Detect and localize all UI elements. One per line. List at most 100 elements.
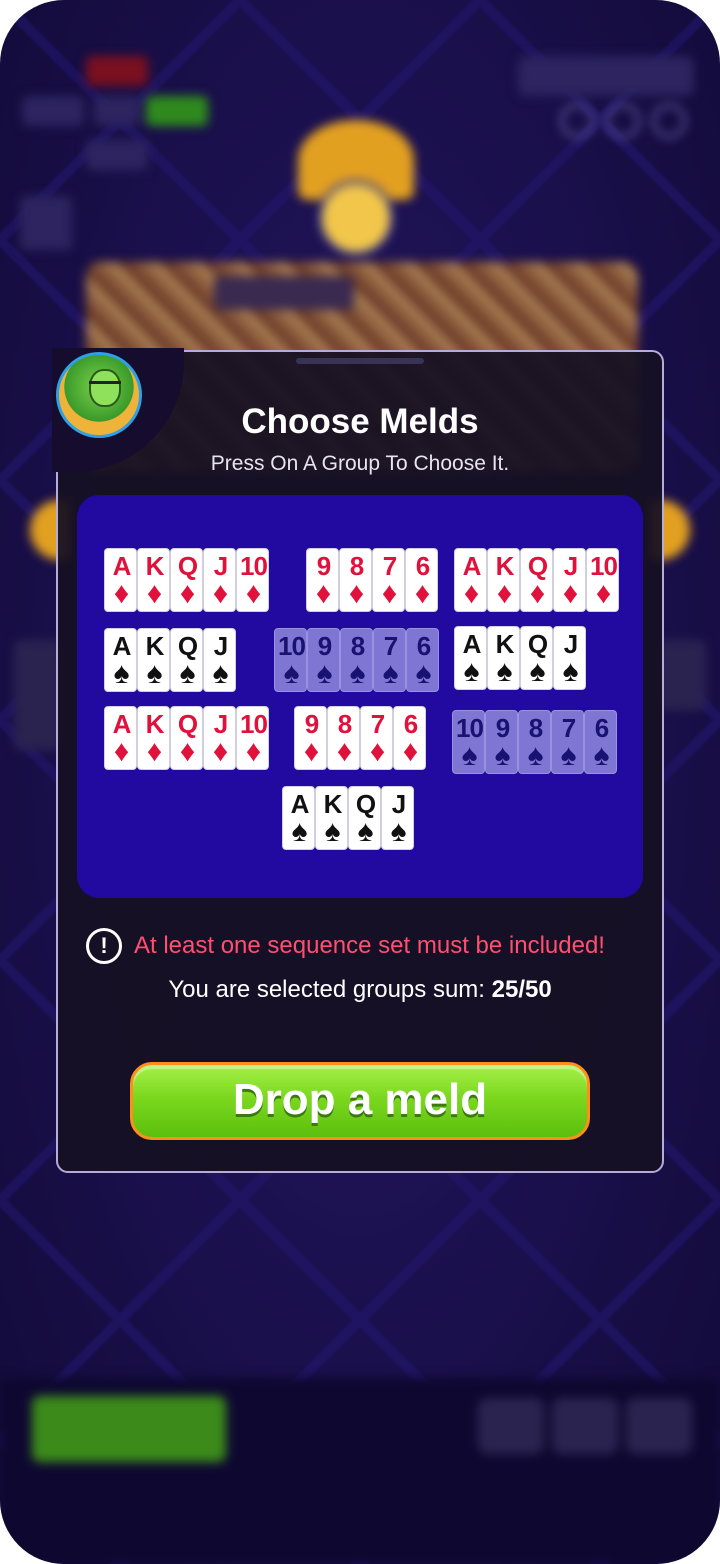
spade-suit-icon: ♠ [357, 815, 374, 848]
drop-meld-button[interactable]: Drop a meld [130, 1062, 590, 1140]
spade-suit-icon: ♠ [349, 657, 366, 690]
playing-card: 9 ♠ [307, 628, 340, 692]
playing-card: 10 ♠ [274, 628, 307, 692]
playing-card: Q ♠ [348, 786, 381, 850]
spade-suit-icon: ♠ [496, 655, 513, 688]
playing-card: A ♦ [454, 548, 487, 612]
meld-group[interactable]: A ♠ K ♠ Q ♠ J ♠ [282, 786, 414, 850]
diamond-suit-icon: ♦ [463, 577, 480, 610]
playing-card: J ♠ [203, 628, 236, 692]
spade-suit-icon: ♠ [146, 657, 163, 690]
spade-suit-icon: ♠ [113, 657, 130, 690]
diamond-suit-icon: ♦ [146, 735, 163, 768]
playing-card: Q ♦ [520, 548, 553, 612]
playing-card: K ♦ [487, 548, 520, 612]
game-mode-bar [518, 56, 694, 96]
diamond-suit-icon: ♦ [212, 577, 229, 610]
playing-card: 8 ♠ [340, 628, 373, 692]
meld-group[interactable]: 10 ♠ 9 ♠ 8 ♠ 7 ♠ 6 ♠ [274, 628, 439, 692]
playing-card: K ♦ [137, 548, 170, 612]
spade-suit-icon: ♠ [463, 655, 480, 688]
diamond-suit-icon: ♦ [315, 577, 332, 610]
playing-card: J ♦ [553, 548, 586, 612]
game-screen: Choose Melds Press On A Group To Choose … [0, 0, 720, 1564]
meld-group[interactable]: 9 ♦ 8 ♦ 7 ♦ 6 ♦ [306, 548, 438, 612]
playing-card: A ♦ [104, 548, 137, 612]
meld-group[interactable]: A ♠ K ♠ Q ♠ J ♠ [454, 626, 586, 690]
playing-card: 6 ♠ [406, 628, 439, 692]
playing-card: 9 ♦ [306, 548, 339, 612]
diamond-suit-icon: ♦ [245, 735, 262, 768]
playing-card: 8 ♠ [518, 710, 551, 774]
diamond-suit-icon: ♦ [402, 735, 419, 768]
diamond-suit-icon: ♦ [348, 577, 365, 610]
playing-card: 6 ♦ [405, 548, 438, 612]
diamond-suit-icon: ♦ [562, 577, 579, 610]
hud-badge [20, 196, 72, 250]
diamond-suit-icon: ♦ [245, 577, 262, 610]
diamond-suit-icon: ♦ [496, 577, 513, 610]
warning-text: At least one sequence set must be includ… [134, 932, 605, 959]
selected-sum: You are selected groups sum: 25/50 [56, 976, 664, 1004]
playing-card: 8 ♦ [327, 706, 360, 770]
top-icons [560, 104, 710, 144]
playing-card: A ♠ [454, 626, 487, 690]
playing-card: 7 ♠ [551, 710, 584, 774]
hud-badge [22, 96, 84, 126]
spade-suit-icon: ♠ [461, 739, 478, 772]
sum-label: You are selected groups sum: [168, 976, 492, 1003]
diamond-suit-icon: ♦ [303, 735, 320, 768]
playing-card: K ♠ [137, 628, 170, 692]
playing-card: A ♦ [104, 706, 137, 770]
meld-group[interactable]: A ♦ K ♦ Q ♦ J ♦ 10 ♦ [104, 706, 269, 770]
playing-card: 9 ♦ [294, 706, 327, 770]
playing-card: 10 ♦ [236, 548, 269, 612]
diamond-suit-icon: ♦ [179, 735, 196, 768]
diamond-suit-icon: ♦ [212, 735, 229, 768]
playing-card: 6 ♦ [393, 706, 426, 770]
spade-suit-icon: ♠ [529, 655, 546, 688]
playing-card: J ♠ [381, 786, 414, 850]
playing-card: J ♦ [203, 548, 236, 612]
diamond-suit-icon: ♦ [113, 735, 130, 768]
playing-card: Q ♠ [170, 628, 203, 692]
meld-group[interactable]: A ♦ K ♦ Q ♦ J ♦ 10 ♦ [454, 548, 619, 612]
spade-suit-icon: ♠ [562, 655, 579, 688]
warning-row: ! At least one sequence set must be incl… [86, 928, 605, 964]
exclamation-circle-icon: ! [86, 928, 122, 964]
opponent-avatar [318, 180, 394, 256]
diamond-suit-icon: ♦ [381, 577, 398, 610]
playing-card: 10 ♦ [236, 706, 269, 770]
spade-suit-icon: ♠ [283, 657, 300, 690]
spade-suit-icon: ♠ [179, 657, 196, 690]
bottom-action-tile [478, 1398, 544, 1454]
spade-suit-icon: ♠ [291, 815, 308, 848]
spade-suit-icon: ♠ [324, 815, 341, 848]
modal-title: Choose Melds [241, 402, 479, 441]
spade-suit-icon: ♠ [494, 739, 511, 772]
playing-card: 8 ♦ [339, 548, 372, 612]
playing-card: 9 ♠ [485, 710, 518, 774]
playing-card: K ♠ [487, 626, 520, 690]
playing-card: Q ♦ [170, 706, 203, 770]
diamond-suit-icon: ♦ [113, 577, 130, 610]
meld-group[interactable]: 10 ♠ 9 ♠ 8 ♠ 7 ♠ 6 ♠ [452, 710, 617, 774]
playing-card: 7 ♠ [373, 628, 406, 692]
spade-suit-icon: ♠ [316, 657, 333, 690]
spade-suit-icon: ♠ [415, 657, 432, 690]
playing-card: 10 ♠ [452, 710, 485, 774]
meld-group[interactable]: A ♠ K ♠ Q ♠ J ♠ [104, 628, 236, 692]
board-name [214, 276, 354, 310]
playing-card: Q ♦ [170, 548, 203, 612]
playing-card: A ♠ [104, 628, 137, 692]
bottom-drop-button [32, 1396, 226, 1462]
diamond-suit-icon: ♦ [595, 577, 612, 610]
spade-suit-icon: ♠ [212, 657, 229, 690]
hud-badge [146, 96, 208, 126]
meld-group[interactable]: 9 ♦ 8 ♦ 7 ♦ 6 ♦ [294, 706, 426, 770]
playing-card: J ♦ [203, 706, 236, 770]
meld-group[interactable]: A ♦ K ♦ Q ♦ J ♦ 10 ♦ [104, 548, 269, 612]
spade-suit-icon: ♠ [593, 739, 610, 772]
bottom-action-tile [626, 1398, 692, 1454]
diamond-suit-icon: ♦ [414, 577, 431, 610]
